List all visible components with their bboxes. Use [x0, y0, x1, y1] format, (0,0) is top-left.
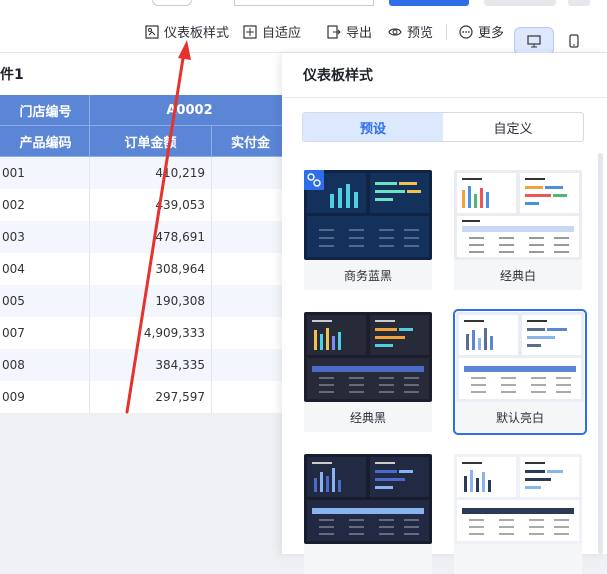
table-row: 002 439,053: [0, 189, 290, 221]
dashboard-toolbar: 仪表板样式 自适应 导出 预览 更多: [0, 10, 607, 55]
order-amount-cell: 384,335: [90, 349, 212, 381]
panel-title: 仪表板样式: [303, 68, 373, 84]
more-icon: [459, 24, 473, 39]
theme-card-navy[interactable]: [304, 454, 432, 574]
product-code-cell: 002: [0, 189, 90, 221]
theme-label: 经典白: [454, 260, 582, 290]
product-code-cell: 007: [0, 317, 90, 349]
preview-label: 预览: [407, 26, 434, 41]
faded-control: [152, 0, 192, 6]
theme-label: [454, 544, 582, 574]
more-button[interactable]: 更多: [459, 10, 504, 53]
order-amount-cell: 297,597: [90, 381, 212, 413]
table-header-row-1: 门店编号 A0002: [0, 95, 290, 126]
dashboard-style-panel: 仪表板样式 预设 自定义 商务蓝黑 经典白 经典黑 默认亮白: [282, 53, 607, 574]
header-paid-amount: 实付金: [212, 126, 290, 157]
theme-label: 默认亮白: [456, 402, 584, 432]
header-order-amount: 订单金额: [90, 126, 212, 157]
order-amount-cell: 478,691: [90, 221, 212, 253]
export-icon: [327, 24, 341, 39]
table-body: 001 410,219 002 439,053 003 478,691 004 308,…: [0, 157, 290, 413]
dashboard-style-button[interactable]: 仪表板样式: [145, 10, 229, 53]
theme-thumbnail: [304, 170, 432, 260]
faded-secondary-button: [484, 0, 556, 6]
paid-amount-cell: [212, 157, 290, 189]
header-store-code: 门店编号: [0, 95, 90, 126]
table-component[interactable]: 件1 门店编号 A0002 产品编码 订单金额 实付金 001 410,219 0…: [0, 53, 290, 413]
faded-tertiary-button: [568, 0, 590, 6]
desktop-view-button[interactable]: [514, 27, 554, 55]
export-button[interactable]: 导出: [327, 10, 372, 53]
theme-card-classic-white[interactable]: 经典白: [454, 170, 582, 290]
theme-card-classic-black[interactable]: 经典黑: [304, 312, 432, 432]
faded-primary-button: [389, 0, 469, 6]
theme-thumbnail: [454, 454, 582, 544]
order-amount-cell: 190,308: [90, 285, 212, 317]
desktop-icon: [527, 34, 541, 47]
product-code-cell: 003: [0, 221, 90, 253]
paid-amount-cell: [212, 253, 290, 285]
data-table: 门店编号 A0002 产品编码 订单金额 实付金 001 410,219 002 4…: [0, 95, 290, 413]
order-amount-cell: 439,053: [90, 189, 212, 221]
theme-thumbnail: [454, 170, 582, 260]
product-code-cell: 005: [0, 285, 90, 317]
preview-button[interactable]: 预览: [388, 10, 433, 53]
header-product-code: 产品编码: [0, 126, 90, 157]
theme-thumbnail: [456, 312, 584, 402]
product-code-cell: 009: [0, 381, 90, 413]
mobile-icon: [569, 34, 579, 48]
dashboard-style-label: 仪表板样式: [164, 26, 230, 41]
faded-input: [234, 0, 374, 6]
theme-card-white-blue[interactable]: [454, 454, 582, 574]
theme-label: 商务蓝黑: [304, 260, 432, 290]
more-label: 更多: [478, 26, 505, 41]
table-header-row-2: 产品编码 订单金额 实付金: [0, 126, 290, 157]
theme-thumbnail: [304, 312, 432, 402]
paid-amount-cell: [212, 189, 290, 221]
top-strip: [0, 0, 607, 10]
theme-label: [304, 544, 432, 574]
table-row: 003 478,691: [0, 221, 290, 253]
table-row: 007 4,909,333: [0, 317, 290, 349]
panel-divider: [282, 97, 607, 98]
preview-icon: [388, 27, 402, 36]
table-row: 005 190,308: [0, 285, 290, 317]
product-code-cell: 004: [0, 253, 90, 285]
style-icon: [145, 24, 159, 39]
component-title: 件1: [0, 67, 24, 83]
table-row: 004 308,964: [0, 253, 290, 285]
order-amount-cell: 4,909,333: [90, 317, 212, 349]
order-amount-cell: 410,219: [90, 157, 212, 189]
paid-amount-cell: [212, 381, 290, 413]
table-row: 001 410,219: [0, 157, 290, 189]
table-row: 008 384,335: [0, 349, 290, 381]
adaptive-button[interactable]: 自适应: [243, 10, 301, 53]
view-mode-toggle: [514, 27, 590, 55]
tab-custom[interactable]: 自定义: [443, 113, 583, 141]
product-code-cell: 001: [0, 157, 90, 189]
table-row: 009 297,597: [0, 381, 290, 413]
panel-scrollbar[interactable]: [598, 153, 603, 554]
toolbar-divider: [446, 24, 447, 40]
theme-card-business-blue-black[interactable]: 商务蓝黑: [304, 170, 432, 290]
order-amount-cell: 308,964: [90, 253, 212, 285]
paid-amount-cell: [212, 221, 290, 253]
theme-thumbnail: [304, 454, 432, 544]
adaptive-icon: [243, 24, 257, 39]
paid-amount-cell: [212, 285, 290, 317]
tab-preset[interactable]: 预设: [303, 113, 443, 141]
mobile-view-button[interactable]: [558, 27, 590, 55]
adaptive-label: 自适应: [262, 26, 302, 41]
header-store-value: A0002: [90, 95, 290, 126]
paid-amount-cell: [212, 349, 290, 381]
theme-label: 经典黑: [304, 402, 432, 432]
style-tabs: 预设 自定义: [302, 112, 584, 142]
theme-card-default-light[interactable]: 默认亮白: [453, 309, 587, 435]
product-code-cell: 008: [0, 349, 90, 381]
paid-amount-cell: [212, 317, 290, 349]
dashboard-canvas: 件1 门店编号 A0002 产品编码 订单金额 实付金 001 410,219 0…: [0, 53, 290, 554]
export-label: 导出: [346, 26, 373, 41]
